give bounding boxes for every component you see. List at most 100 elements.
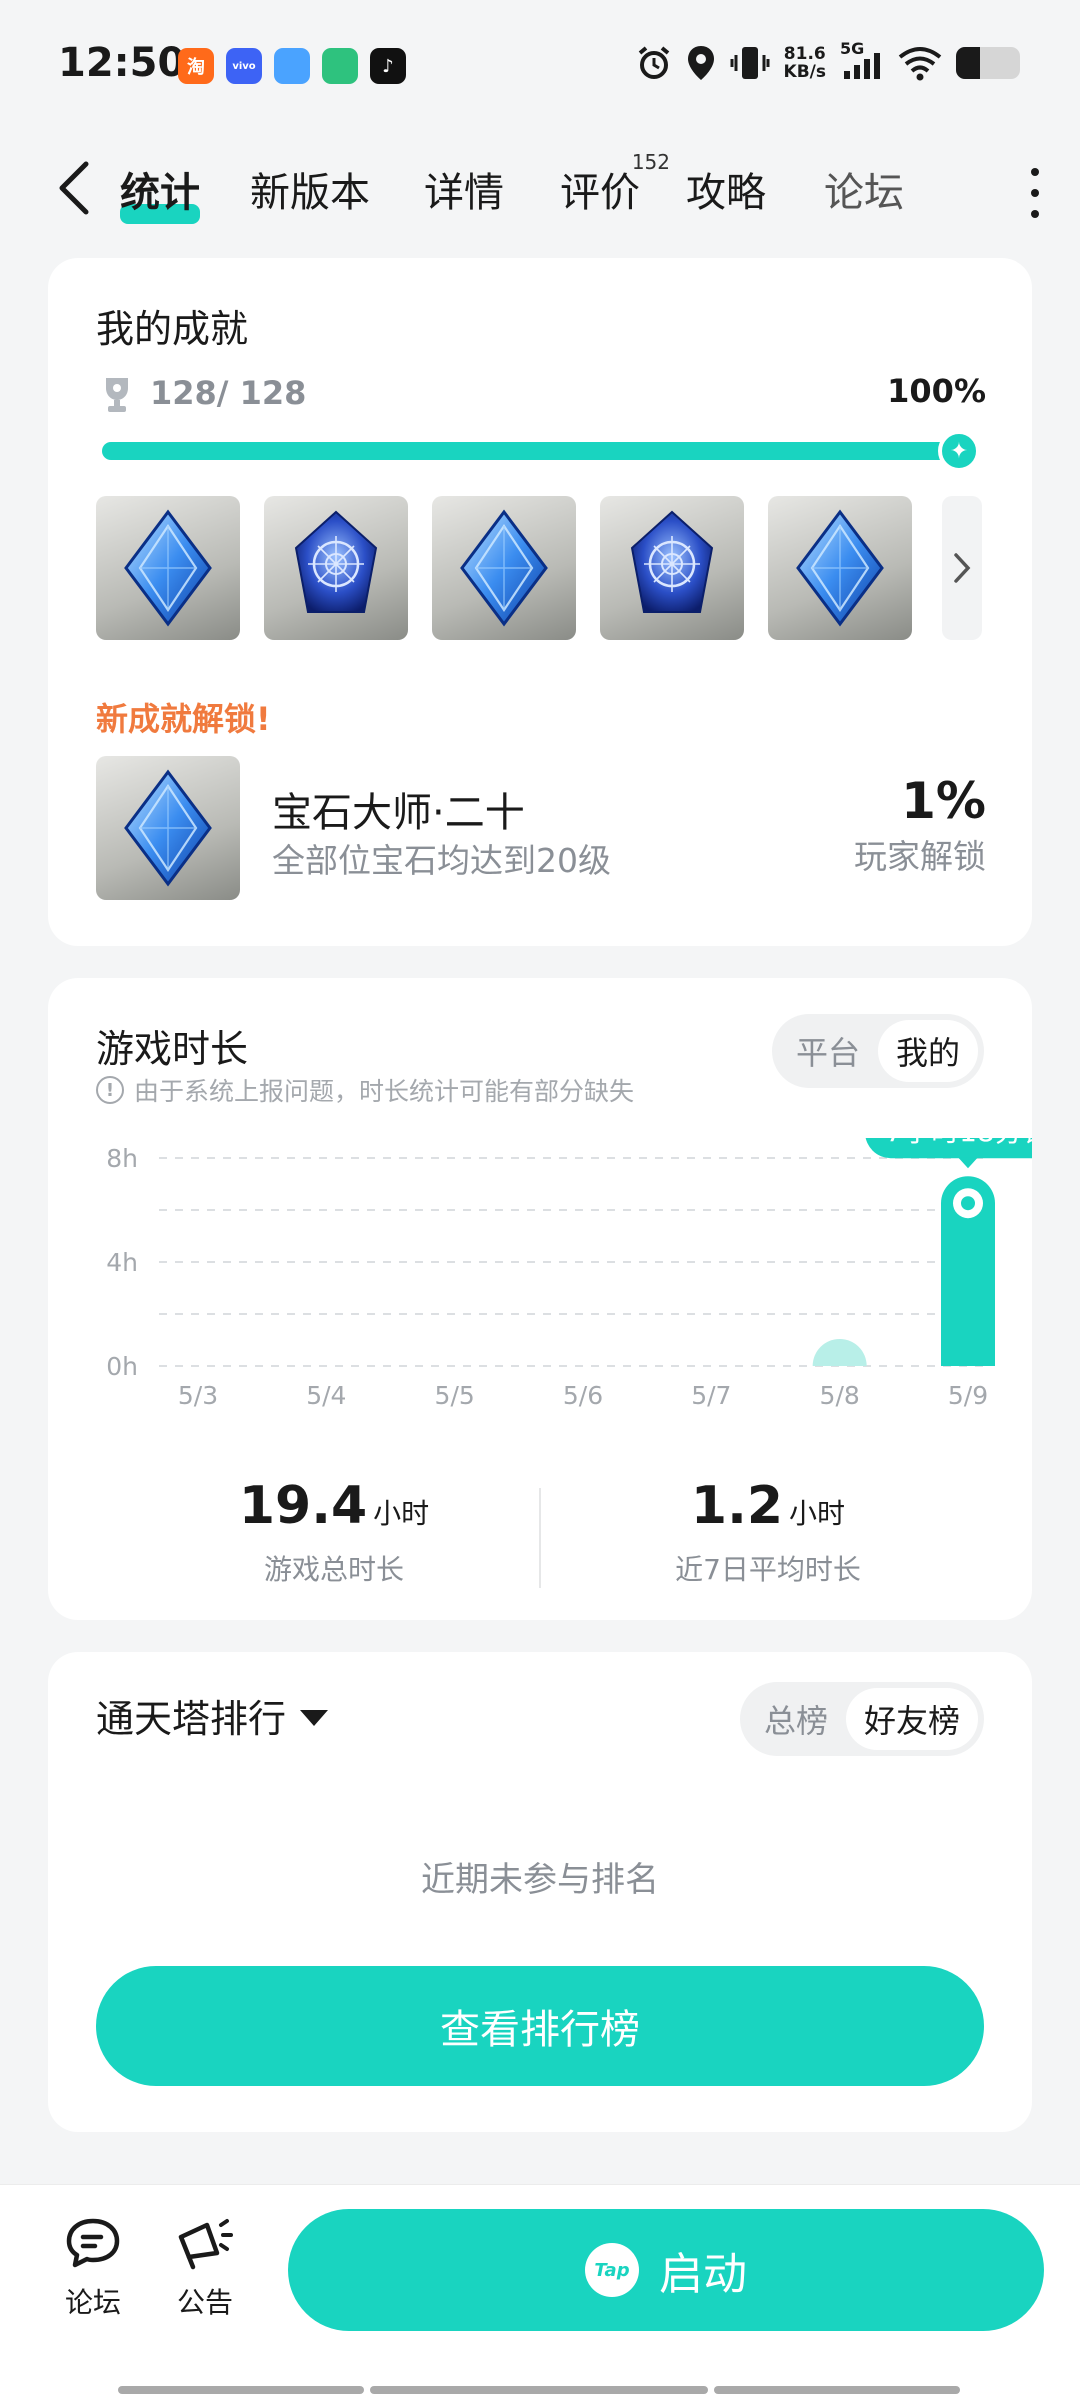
status-app-icons: 淘 vivo ♪ [178, 48, 406, 84]
tiktok-icon: ♪ [370, 48, 406, 84]
launch-button[interactable]: Tap 启动 [288, 2209, 1044, 2331]
tab-5[interactable]: 论坛 [824, 160, 904, 218]
achievement-thumb[interactable] [264, 496, 408, 640]
playtime-card: 游戏时长 平台 我的 ! 由于系统上报问题，时长统计可能有部分缺失 0h 4h 8h… [48, 978, 1032, 1620]
ranking-title: 通天塔排行 [96, 1697, 287, 1741]
achievement-thumb[interactable] [600, 496, 744, 640]
cell-signal: 5G [840, 39, 884, 81]
achievement-percent: 100% [887, 372, 986, 410]
caret-down-icon [300, 1709, 329, 1726]
net-speed-value: 81.6 [783, 44, 826, 64]
achievement-thumb[interactable] [768, 496, 912, 640]
tab-3[interactable]: 评价 152 [560, 150, 670, 218]
tab-0[interactable]: 统计 [120, 160, 200, 224]
chevron-right-icon [954, 553, 971, 583]
view-ranking-button[interactable]: 查看排行榜 [96, 1966, 984, 2086]
trophy-icon [106, 378, 128, 412]
y-tick-label: 4h [106, 1248, 138, 1277]
files-icon [274, 48, 310, 84]
achievement-card: 我的成就 128/ 128 100% ✦ 新成就解锁! 宝石大师·二十 全部位宝… [48, 258, 1032, 946]
bottom-bar: 论坛 公告 Tap 启动 [0, 2184, 1080, 2400]
back-icon[interactable] [50, 158, 100, 218]
forum-icon [66, 2218, 120, 2268]
stat-divider [539, 1488, 541, 1588]
x-tick-label: 5/4 [306, 1381, 346, 1410]
chart-tooltip-arrow [958, 1157, 978, 1169]
total-playtime-unit: 小时 [373, 1497, 430, 1530]
x-tick-label: 5/5 [435, 1381, 475, 1410]
review-count-badge: 152 [631, 150, 670, 174]
notice-label: 公告 [176, 2286, 233, 2319]
new-unlock-label: 新成就解锁! [96, 700, 271, 738]
tab-label: 攻略 [686, 170, 766, 216]
achievement-progress-fill: ✦ [102, 430, 980, 472]
y-tick-label: 8h [106, 1144, 138, 1173]
taobao-icon: 淘 [178, 48, 214, 84]
avg-playtime-label: 近7日平均时长 [675, 1553, 861, 1586]
alarm-icon [638, 46, 669, 79]
achievement-thumb[interactable] [96, 496, 240, 640]
achievement-progress-bar: ✦ [102, 430, 980, 472]
tab-label: 新版本 [250, 170, 370, 216]
total-playtime-value: 19.4 [238, 1476, 368, 1536]
gesture-bar-right [714, 2386, 960, 2394]
ranking-title-dropdown[interactable]: 通天塔排行 [96, 1688, 329, 1743]
unlock-achievement-image[interactable] [96, 756, 240, 900]
tab-label: 统计 [120, 170, 200, 216]
tab-2[interactable]: 详情 [424, 160, 504, 218]
achievement-count: 128/ 128 [150, 374, 307, 412]
segment-platform[interactable]: 平台 [778, 1020, 878, 1082]
notice-text: 由于系统上报问题，时长统计可能有部分缺失 [134, 1077, 635, 1106]
avg-playtime-value: 1.2 [690, 1476, 784, 1536]
tab-label: 详情 [424, 170, 504, 216]
ranking-segment: 总榜 好友榜 [739, 1682, 984, 1756]
segment-mine[interactable]: 我的 [877, 1020, 978, 1082]
nav-tabs: 统计 新版本 详情 评价 152 攻略 论坛 [120, 150, 904, 224]
achievement-thumb-row [96, 496, 912, 640]
unlock-description: 全部位宝石均达到20级 [272, 841, 611, 880]
vivo-icon: vivo [226, 48, 262, 84]
unlock-rate-label: 玩家解锁 [854, 837, 986, 876]
achievement-thumb[interactable] [432, 496, 576, 640]
notice-button[interactable]: 公告 [160, 2215, 250, 2321]
bar [812, 1339, 867, 1366]
achievement-more-button[interactable] [942, 496, 982, 640]
net-speed-unit: KB/s [783, 62, 826, 82]
net-speed: 81.6 KB/s [784, 45, 826, 81]
gesture-bar-center [370, 2386, 708, 2394]
top-nav: 统计 新版本 详情 评价 152 攻略 论坛 [0, 140, 1080, 240]
playtime-chart: 0h 4h 8h 5/3 5/4 5/5 5/6 5/7 5/8 7小时18分钟 5/9 [106, 1138, 1032, 1410]
x-tick-label: 5/8 [820, 1381, 860, 1410]
segment-friends[interactable]: 好友榜 [845, 1688, 978, 1750]
gesture-bar-left [118, 2386, 364, 2394]
status-time: 12:50 [58, 40, 186, 86]
tab-1[interactable]: 新版本 [250, 160, 370, 218]
location-icon [687, 46, 714, 80]
chart-tooltip-text: 7小时18分钟 [885, 1138, 1032, 1148]
total-playtime-label: 游戏总时长 [263, 1553, 404, 1586]
megaphone-icon [178, 2219, 233, 2270]
playtime-segment: 平台 我的 [771, 1014, 984, 1088]
playtime-title: 游戏时长 [96, 1027, 249, 1071]
forum-button[interactable]: 论坛 [48, 2215, 138, 2321]
total-playtime-stat: 19.4 小时 游戏总时长 [134, 1476, 534, 1588]
avg-playtime-unit: 小时 [789, 1497, 846, 1530]
taptap-logo-icon: Tap [585, 2243, 639, 2297]
bar-highlight-dot-inner [961, 1196, 975, 1211]
x-tick-label: 5/7 [691, 1381, 731, 1410]
more-options-icon[interactable] [1020, 168, 1050, 218]
achievement-title: 我的成就 [96, 307, 249, 351]
tab-label: 评价 [560, 170, 640, 216]
battery-icon [956, 47, 1020, 79]
status-bar: 12:50 淘 vivo ♪ 81.6 KB/s 5G [0, 0, 1080, 120]
y-tick-label: 0h [106, 1352, 138, 1381]
segment-all[interactable]: 总榜 [746, 1688, 846, 1750]
tab-4[interactable]: 攻略 [686, 160, 766, 218]
forum-label: 论坛 [64, 2286, 121, 2319]
sparkle-icon: ✦ [938, 430, 980, 472]
playtime-notice: ! 由于系统上报问题，时长统计可能有部分缺失 [96, 1072, 634, 1108]
ranking-empty-text: 近期未参与排名 [421, 1860, 659, 1900]
unlock-rate: 1% [901, 772, 986, 830]
launch-label: 启动 [659, 2249, 747, 2300]
x-tick-label: 5/6 [563, 1381, 603, 1410]
